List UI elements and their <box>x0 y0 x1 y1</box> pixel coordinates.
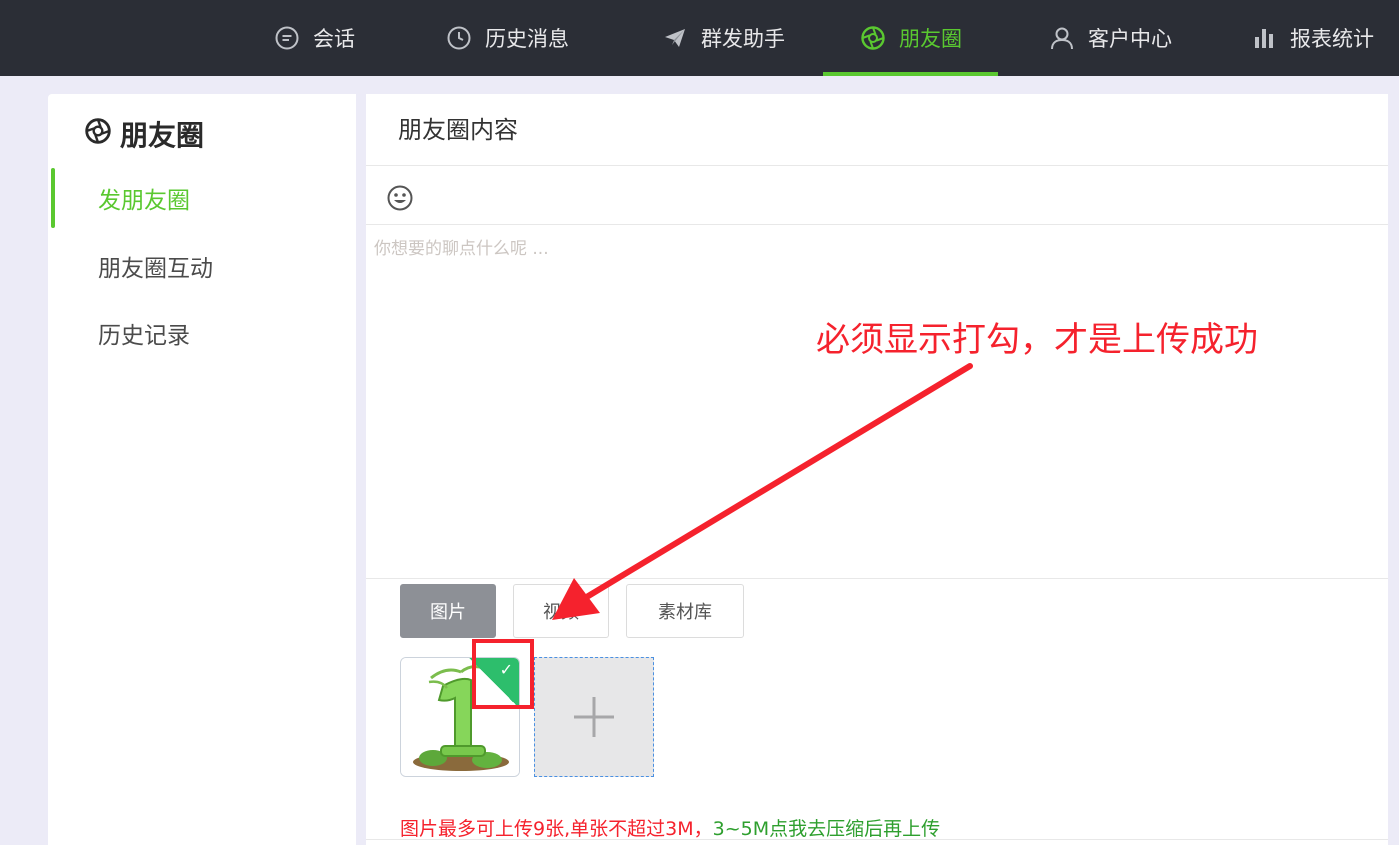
sidebar-item-label: 历史记录 <box>98 323 190 349</box>
add-image-button[interactable] <box>534 657 654 777</box>
aperture-icon <box>859 24 887 52</box>
nav-item-label: 历史消息 <box>485 27 569 51</box>
bar-chart-icon <box>1250 24 1278 52</box>
upload-limit-text: 图片最多可上传9张,单张不超过3M， <box>400 818 713 840</box>
nav-item-label: 会话 <box>313 27 355 51</box>
sidebar: 朋友圈 发朋友圈 朋友圈互动 历史记录 <box>48 94 356 845</box>
plus-icon <box>574 697 614 737</box>
compress-link[interactable]: 3~5M点我去压缩后再上传 <box>713 818 941 840</box>
emoji-icon[interactable] <box>386 184 414 212</box>
annotation-callout-text: 必须显示打勾，才是上传成功 <box>816 320 1258 360</box>
aperture-icon <box>84 117 112 152</box>
nav-item-moments[interactable]: 朋友圈 <box>823 0 998 76</box>
tab-video[interactable]: 视频 <box>513 584 609 638</box>
nav-item-customers[interactable]: 客户中心 <box>1035 0 1185 76</box>
moment-editor-panel: 朋友圈内容 你想要的聊点什么呢 ... 图片 视频 素材库 ✓ 图片最多可上传9… <box>366 94 1388 845</box>
sidebar-item-history[interactable]: 历史记录 <box>48 303 356 363</box>
clock-icon <box>445 24 473 52</box>
paper-plane-icon <box>661 24 689 52</box>
chat-bubble-icon <box>273 24 301 52</box>
nav-item-history[interactable]: 历史消息 <box>427 0 587 76</box>
sidebar-item-label: 朋友圈互动 <box>98 256 213 282</box>
panel-title: 朋友圈内容 <box>398 116 518 144</box>
sidebar-item-label: 发朋友圈 <box>98 188 190 214</box>
nav-item-label: 朋友圈 <box>899 27 962 51</box>
nav-item-label: 报表统计 <box>1290 27 1374 51</box>
nav-item-broadcast[interactable]: 群发助手 <box>643 0 803 76</box>
annotation-highlight-box <box>472 639 534 709</box>
sidebar-item-post-moment[interactable]: 发朋友圈 <box>48 168 356 228</box>
nav-item-label: 客户中心 <box>1088 27 1172 51</box>
sidebar-item-moment-interaction[interactable]: 朋友圈互动 <box>48 236 356 296</box>
divider <box>366 224 1388 225</box>
nav-item-chat[interactable]: 会话 <box>262 0 366 76</box>
tab-images[interactable]: 图片 <box>400 584 496 638</box>
sidebar-title-label: 朋友圈 <box>120 119 205 152</box>
divider <box>366 839 1388 840</box>
divider <box>366 165 1388 166</box>
sidebar-title: 朋友圈 <box>84 114 204 154</box>
user-icon <box>1048 24 1076 52</box>
top-nav-bar: 会话 历史消息 群发助手 朋友圈 客户中心 报表统计 <box>0 0 1399 76</box>
nav-item-reports[interactable]: 报表统计 <box>1250 0 1399 76</box>
upload-limit-note: 图片最多可上传9张,单张不超过3M，3~5M点我去压缩后再上传 <box>400 814 940 841</box>
tab-material-library[interactable]: 素材库 <box>626 584 744 638</box>
nav-item-label: 群发助手 <box>701 27 785 51</box>
content-textarea[interactable]: 你想要的聊点什么呢 ... <box>374 234 549 259</box>
divider <box>366 578 1388 579</box>
